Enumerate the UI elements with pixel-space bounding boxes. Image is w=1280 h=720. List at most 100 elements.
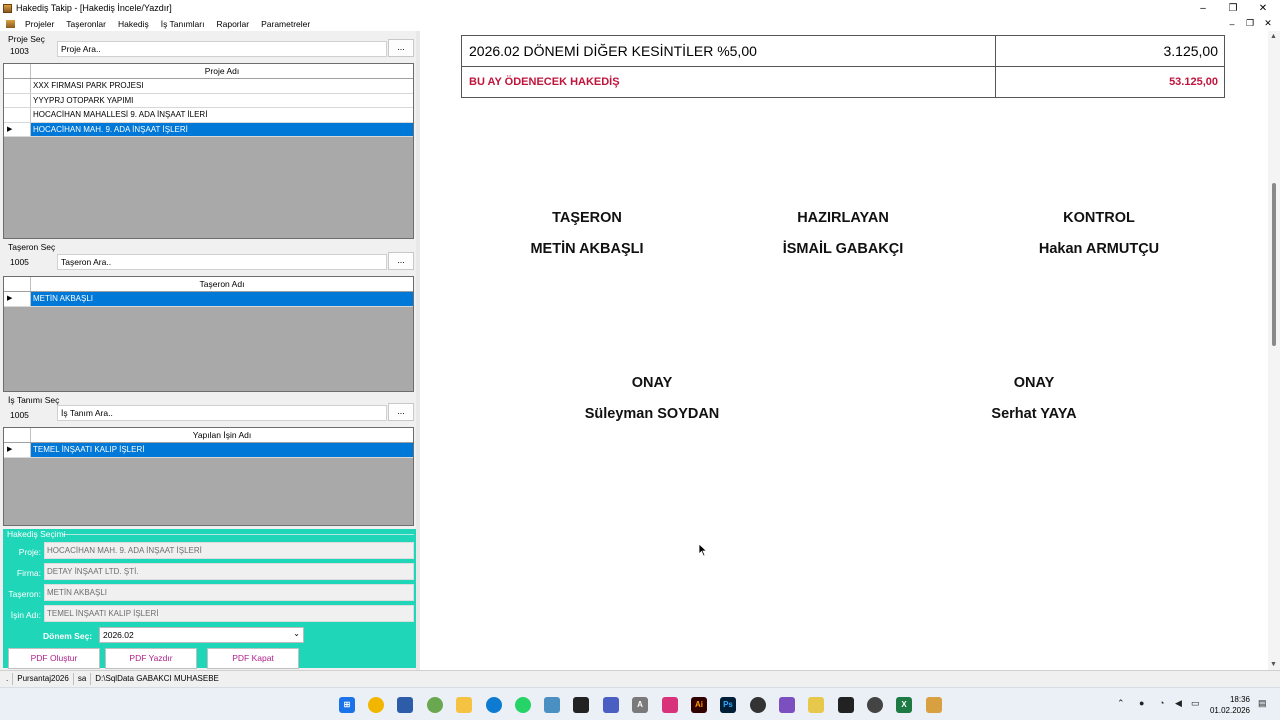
is-tanimi-browse-button[interactable]: ... [388,403,414,421]
instagram-icon[interactable] [662,697,678,713]
donem-sec-label: Dönem Seç: [43,631,93,641]
is-tanimi-code: 1005 [10,410,29,420]
status-user: sa [74,673,92,685]
menu-is-tanimlari[interactable]: İş Tanımları [155,19,211,29]
excel-icon[interactable]: X [896,697,912,713]
menu-bar: Projeler Taşeronlar Hakediş İş Tanımları… [0,16,1280,31]
row-pointer-icon: ▶ [4,292,31,306]
menu-parametreler[interactable]: Parametreler [255,19,316,29]
signature-name: Süleyman SOYDAN [584,406,720,422]
taseron-cell[interactable]: METİN AKBAŞLI [31,292,413,306]
proje-cell[interactable]: XXX FIRMASI PARK PROJESI [31,79,413,93]
mdi-child-icon[interactable] [6,19,15,28]
taseron-sec-label: Taşeron Seç [8,242,56,252]
signature-role: ONAY [631,375,673,391]
kesinti-label: 2026.02 DÖNEMİ DİĞER KESİNTİLER %5,00 [461,35,996,67]
is-tanimi-search-input[interactable]: İş Tanım Ara.. [57,405,387,421]
start-icon[interactable]: ⊞ [339,697,355,713]
battery-icon[interactable]: ▭ [1191,698,1200,709]
scroll-up-icon[interactable]: ▲ [1270,33,1277,40]
menu-projeler[interactable]: Projeler [19,19,60,29]
proje-browse-button[interactable]: ... [388,39,414,57]
table-row[interactable]: XXX FIRMASI PARK PROJESI [4,79,413,94]
pdf-kapat-button[interactable]: PDF Kapat [207,648,299,669]
github-icon[interactable] [750,697,766,713]
chevron-down-icon[interactable]: ⌄ [293,629,300,638]
taseron-field[interactable]: METİN AKBAŞLI [44,584,414,601]
taseron-browse-button[interactable]: ... [388,252,414,270]
menu-raporlar[interactable]: Raporlar [210,19,255,29]
group-border [63,534,414,535]
wifi-icon[interactable]: ◔ [1159,698,1164,708]
row-pointer-icon: ▶ [4,122,31,136]
photoshop-icon[interactable]: Ps [720,697,736,713]
vs-icon[interactable] [779,697,795,713]
grid-header: Taşeron Adı [4,277,413,292]
edge-icon[interactable] [486,697,502,713]
grid-header: Yapılan İşin Adı [4,428,413,443]
microphone-icon[interactable]: ● [1139,698,1144,708]
close-button[interactable]: ✕ [1248,0,1278,16]
scroll-thumb[interactable] [1272,183,1276,346]
photos-icon[interactable] [544,697,560,713]
isin-adi-field[interactable]: TEMEL İNŞAATI KALIP İŞLERİ [44,605,414,622]
proje-search-input[interactable]: Proje Ara.. [57,41,387,57]
taseron-field-label: Taşeron: [8,589,41,599]
capcut-icon[interactable] [838,697,854,713]
menu-taseronlar[interactable]: Taşeronlar [60,19,112,29]
visual-studio-icon[interactable] [603,697,619,713]
firma-field-label: Firma: [16,568,41,578]
notification-icon[interactable]: ▤ [1258,698,1267,709]
proje-field[interactable]: HOCACİHAN MAH. 9. ADA İNŞAAT İŞLERİ [44,542,414,559]
app-icon-tb[interactable] [808,697,824,713]
window-title: Hakediş Takip - [Hakediş İncele/Yazdır] [16,3,172,13]
table-row-selected[interactable]: ▶ METİN AKBAŞLI [4,292,413,307]
taskbar: ⊞ A Ai Ps X ⌃ ● ◔ ◀ ▭ 18:36 01.02.2026 ▤ [0,687,1280,720]
taseron-column-header[interactable]: Taşeron Adı [31,277,413,291]
status-path: D:\SqlData GABAKCI MUHASEBE [95,674,219,683]
table-row-selected[interactable]: ▶ TEMEL İNŞAATI KALIP İŞLERİ [4,443,413,458]
scroll-down-icon[interactable]: ▼ [1270,661,1277,668]
mdi-minimize-button[interactable]: – [1224,16,1240,31]
proje-code: 1003 [10,46,29,56]
table-row[interactable]: YYYPRJ OTOPARK YAPIMI [4,93,413,108]
table-row[interactable]: HOCACİHAN MAHALLESİ 9. ADA İNŞAAT İLERİ [4,108,413,123]
minimize-button[interactable]: – [1188,0,1218,16]
menu-hakedis[interactable]: Hakediş [112,19,155,29]
mdi-close-button[interactable]: ✕ [1260,16,1276,31]
taseron-grid: Taşeron Adı ▶ METİN AKBAŞLI [3,276,414,392]
pdf-yazdir-button[interactable]: PDF Yazdır [105,648,197,669]
store-icon[interactable] [397,697,413,713]
illustrator-icon[interactable]: Ai [691,697,707,713]
terminal-icon[interactable] [573,697,589,713]
donem-select[interactable]: 2026.02 ⌄ [99,627,304,643]
odenecek-value: 53.125,00 [995,66,1225,98]
report-preview: 2026.02 DÖNEMİ DİĞER KESİNTİLER %5,00 3.… [420,31,1268,670]
chrome-icon[interactable] [368,697,384,713]
vertical-scrollbar[interactable]: ▲ ▼ [1268,31,1280,670]
clock[interactable]: 18:36 01.02.2026 [1210,694,1250,716]
volume-icon[interactable]: ◀ [1175,698,1182,709]
signature-name: Hakan ARMUTÇU [1038,241,1160,257]
maximize-button[interactable]: ❐ [1218,0,1248,16]
font-icon[interactable]: A [632,697,648,713]
mdi-restore-button[interactable]: ❐ [1242,16,1258,31]
hakedis-app-icon[interactable] [926,697,942,713]
proje-cell[interactable]: HOCACİHAN MAH. 9. ADA İNŞAAT İŞLERİ [31,122,413,136]
is-tanimi-column-header[interactable]: Yapılan İşin Adı [31,428,413,442]
chevron-up-icon[interactable]: ⌃ [1117,698,1125,709]
whatsapp-icon[interactable] [515,697,531,713]
copilot-icon[interactable] [427,697,443,713]
proje-cell[interactable]: YYYPRJ OTOPARK YAPIMI [31,94,413,108]
is-tanimi-cell[interactable]: TEMEL İNŞAATI KALIP İŞLERİ [31,443,413,457]
pdf-olustur-button[interactable]: PDF Oluştur [8,648,100,669]
taseron-search-input[interactable]: Taşeron Ara.. [57,254,387,270]
kesinti-table: 2026.02 DÖNEMİ DİĞER KESİNTİLER %5,00 3.… [461,35,1225,98]
proje-column-header[interactable]: Proje Adı [31,64,413,78]
proje-cell[interactable]: HOCACİHAN MAHALLESİ 9. ADA İNŞAAT İLERİ [31,108,413,122]
firma-field[interactable]: DETAY İNŞAAT LTD. ŞTİ. [44,563,414,580]
mouse-pointer-icon [698,543,708,557]
table-row-selected[interactable]: ▶ HOCACİHAN MAH. 9. ADA İNŞAAT İŞLERİ [4,122,413,137]
folder-icon[interactable] [456,697,472,713]
media-icon[interactable] [867,697,883,713]
